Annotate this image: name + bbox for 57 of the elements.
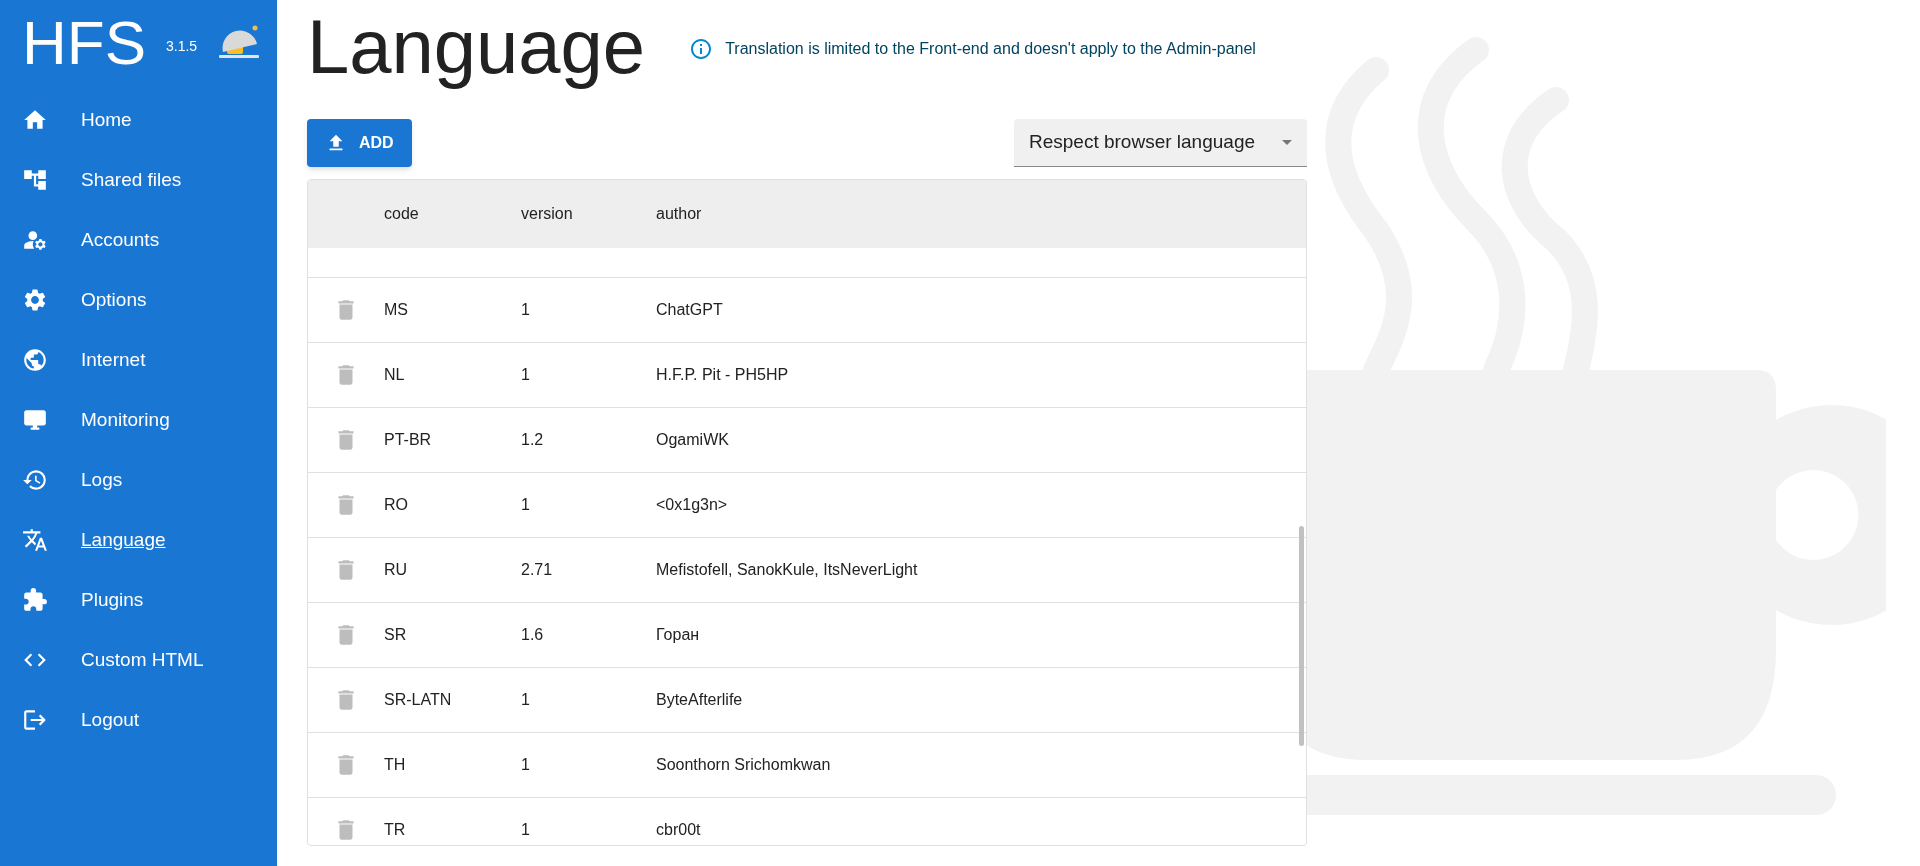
sidebar-link[interactable]: Home [81,105,132,135]
logout-icon [22,707,48,733]
table-cell-text: 1 [521,820,531,840]
translate-icon [22,527,48,553]
table-cell-text: RO [384,495,409,515]
puzzle-icon [22,587,48,613]
table-cell-text: OgamiWK [656,430,729,450]
settings-icon [22,287,48,313]
table-cell-text: SR-LATN [384,690,453,710]
column-header[interactable]: author [656,202,702,226]
table-cell-text: 1.6 [521,625,545,645]
table-cell-text: Soonthorn Srichomkwan [656,755,831,775]
sidebar-link[interactable]: Accounts [81,225,160,255]
add-button[interactable]: ADD [307,119,412,167]
table-cell-text: SR [384,625,408,645]
table-cell-text: 1.2 [521,430,545,450]
history-icon [22,467,48,493]
monitor-icon [22,407,48,433]
table-cell-text: NL [384,365,406,385]
sidebar-link[interactable]: Logout [81,705,140,735]
sidebar-link[interactable]: Options [81,285,147,315]
sidebar-link[interactable]: Logs [81,465,123,495]
sidebar-link[interactable]: Monitoring [81,405,170,435]
column-header[interactable]: code [384,202,521,226]
table-cell-text: RU [384,560,409,580]
table-cell-text: MS [384,300,409,320]
language-select[interactable]: Respect browser language [1014,119,1307,167]
table-cell-text: TR [384,820,407,840]
sidebar-link[interactable]: Custom HTML [81,645,204,675]
sidebar-link[interactable]: Language [81,525,166,555]
table-cell-text: PT-BR [384,430,433,450]
table-cell-text: TH [384,755,407,775]
table-cell-text: 1 [521,300,531,320]
sidebar-link[interactable]: Plugins [81,585,144,615]
table-cell-text: cbr00t [656,820,701,840]
table-cell-text: 1 [521,690,531,710]
globe-icon [22,347,48,373]
info-text: Translation is limited to the Front-end and doesn't apply to the Admin-panel [725,39,1256,59]
info-icon [689,37,714,61]
table-cell-text: Горан [656,625,700,645]
table-cell-text: <0x1g3n> [656,495,728,515]
table-cell-text: Mefistofell, SanokKule, ItsNeverLight [656,560,918,580]
table-cell-text: 2.71 [521,560,554,580]
version-text: 3.1.5 [166,37,198,56]
sidebar-link[interactable]: Internet [81,345,146,375]
table-cell-text: 1 [521,755,531,775]
caret-icon [1282,140,1292,145]
table-cell-text: ByteAfterlife [656,690,743,710]
app-logo-text: HFS [22,12,146,74]
scrollbar-thumb[interactable] [1299,526,1304,746]
column-header[interactable]: version [521,202,656,226]
sidebar-link[interactable]: Shared files [81,165,182,195]
tree-icon [22,167,48,193]
table-cell-text: 1 [521,495,531,515]
table-cell-text: ChatGPT [656,300,723,320]
table-cell-text: H.F.P. Pit - PH5HP [656,365,789,385]
table-cell-text: 1 [521,365,531,385]
